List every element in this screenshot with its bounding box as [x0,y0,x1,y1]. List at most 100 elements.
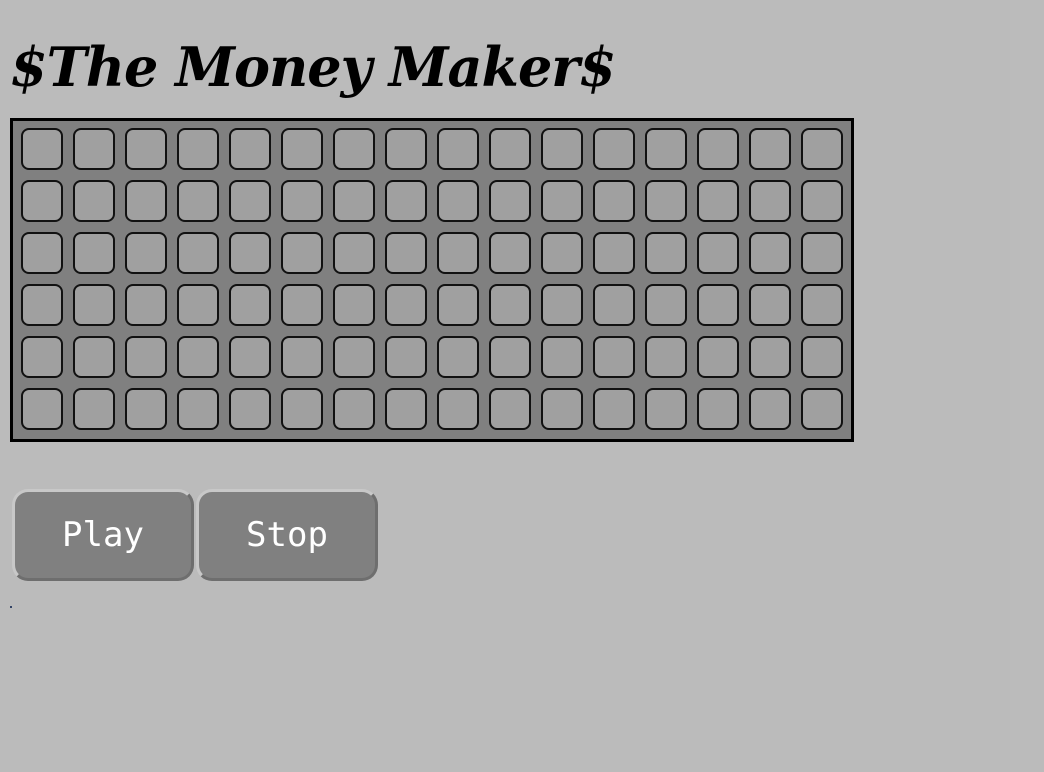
board-cell[interactable] [437,128,479,170]
board-cell[interactable] [73,232,115,274]
board-cell[interactable] [385,232,427,274]
board-cell[interactable] [749,180,791,222]
board-cell[interactable] [125,284,167,326]
board-cell[interactable] [697,336,739,378]
board-cell[interactable] [177,284,219,326]
board-cell[interactable] [333,284,375,326]
board-cell[interactable] [73,180,115,222]
board-cell[interactable] [801,180,843,222]
board-cell[interactable] [281,180,323,222]
board-cell[interactable] [177,128,219,170]
board-cell[interactable] [385,336,427,378]
board-cell[interactable] [801,128,843,170]
board-cell[interactable] [21,388,63,430]
board-cell[interactable] [437,388,479,430]
board-cell[interactable] [541,388,583,430]
board-cell[interactable] [645,336,687,378]
board-cell[interactable] [697,284,739,326]
board-cell[interactable] [593,388,635,430]
board-cell[interactable] [801,388,843,430]
board-cell[interactable] [229,284,271,326]
board-cell[interactable] [541,336,583,378]
board-cell[interactable] [229,388,271,430]
board-cell[interactable] [489,232,531,274]
board-cell[interactable] [385,284,427,326]
status-indicator [10,606,12,608]
board-cell[interactable] [489,180,531,222]
board-cell[interactable] [697,180,739,222]
board-cell[interactable] [281,232,323,274]
board-cell[interactable] [697,388,739,430]
board-cell[interactable] [489,128,531,170]
board-cell[interactable] [749,336,791,378]
board-cell[interactable] [437,284,479,326]
board-cell[interactable] [21,128,63,170]
board-cell[interactable] [645,388,687,430]
board-cell[interactable] [801,232,843,274]
board-cell[interactable] [333,128,375,170]
play-button[interactable]: Play [12,489,194,581]
board-cell[interactable] [489,336,531,378]
board-cell[interactable] [385,128,427,170]
board-cell[interactable] [73,284,115,326]
board-cell[interactable] [73,388,115,430]
board-cell[interactable] [593,336,635,378]
board-cell[interactable] [437,336,479,378]
board-cell[interactable] [645,232,687,274]
board-cell[interactable] [385,180,427,222]
board-cell[interactable] [281,128,323,170]
board-cell[interactable] [21,336,63,378]
board-cell[interactable] [229,232,271,274]
board-cell[interactable] [437,232,479,274]
board-cell[interactable] [177,336,219,378]
board-cell[interactable] [541,128,583,170]
board-cell[interactable] [21,284,63,326]
board-cell[interactable] [177,232,219,274]
board-cell[interactable] [645,180,687,222]
board-cell[interactable] [437,180,479,222]
board-cell[interactable] [697,128,739,170]
board-cell[interactable] [489,284,531,326]
stop-button[interactable]: Stop [196,489,378,581]
board-cell[interactable] [229,336,271,378]
board-cell[interactable] [21,232,63,274]
board-cell[interactable] [801,336,843,378]
board-cell[interactable] [593,284,635,326]
board-cell[interactable] [229,180,271,222]
board-cell[interactable] [333,180,375,222]
board-cell[interactable] [541,232,583,274]
board-cell[interactable] [125,128,167,170]
game-title: $The Money Maker$ [10,35,616,99]
board-cell[interactable] [281,388,323,430]
board-cell[interactable] [385,388,427,430]
board-cell[interactable] [801,284,843,326]
board-cell[interactable] [749,388,791,430]
board-cell[interactable] [749,284,791,326]
board-cell[interactable] [593,128,635,170]
board-cell[interactable] [489,388,531,430]
board-cell[interactable] [697,232,739,274]
board-cell[interactable] [125,180,167,222]
board-cell[interactable] [229,128,271,170]
board-cell[interactable] [593,180,635,222]
board-cell[interactable] [593,232,635,274]
board-cell[interactable] [177,388,219,430]
board-cell[interactable] [645,128,687,170]
board-cell[interactable] [21,180,63,222]
board-cell[interactable] [73,128,115,170]
board-cell[interactable] [333,232,375,274]
board-cell[interactable] [333,388,375,430]
board-cell[interactable] [73,336,115,378]
board-cell[interactable] [749,128,791,170]
board-cell[interactable] [125,336,167,378]
board-cell[interactable] [541,284,583,326]
board-cell[interactable] [333,336,375,378]
board-cell[interactable] [125,232,167,274]
board-cell[interactable] [749,232,791,274]
board-cell[interactable] [541,180,583,222]
board-cell[interactable] [177,180,219,222]
board-cell[interactable] [645,284,687,326]
board-cell[interactable] [281,336,323,378]
board-cell[interactable] [125,388,167,430]
board-cell[interactable] [281,284,323,326]
